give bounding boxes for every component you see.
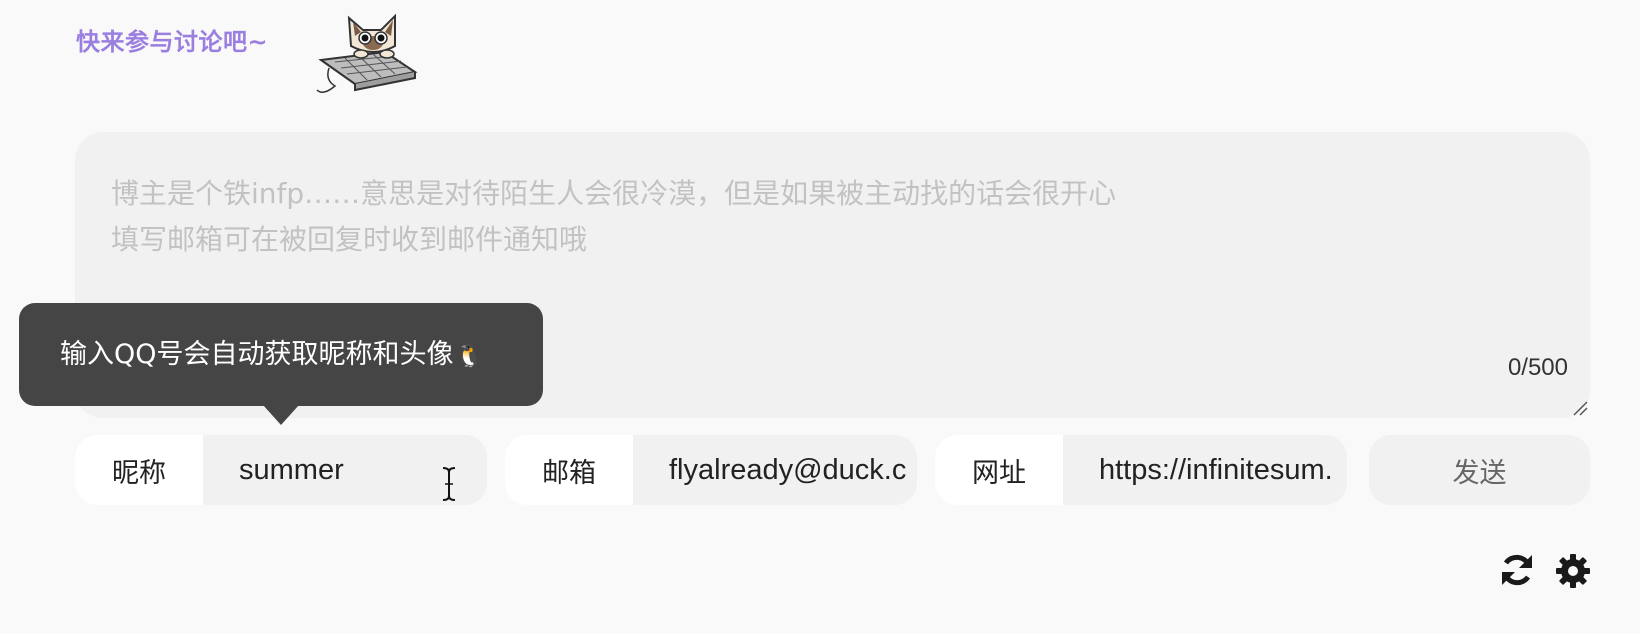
nickname-field[interactable]: 昵称 summer [75, 435, 487, 505]
tooltip-arrow [263, 405, 299, 425]
resize-handle-icon[interactable] [1572, 400, 1588, 416]
comment-placeholder-line1: 博主是个铁infp……意思是对待陌生人会很冷漠，但是如果被主动找的话会很开心 [111, 177, 1117, 210]
email-input[interactable]: flyalready@duck.c [633, 435, 917, 505]
email-field[interactable]: 邮箱 flyalready@duck.c [505, 435, 917, 505]
text-cursor-icon [442, 467, 456, 501]
email-label: 邮箱 [505, 435, 633, 505]
send-button[interactable]: 发送 [1369, 435, 1590, 505]
cat-typing-keyboard-icon [316, 13, 418, 93]
gear-icon[interactable] [1555, 553, 1591, 589]
tooltip-text: 输入QQ号会自动获取昵称和头像 [60, 339, 454, 370]
penguin-icon: 🐧 [455, 344, 483, 369]
qq-tooltip: 输入QQ号会自动获取昵称和头像🐧 [19, 303, 543, 406]
refresh-icon[interactable] [1498, 551, 1536, 589]
comment-placeholder-line2: 填写邮箱可在被回复时收到邮件通知哦 [111, 223, 588, 256]
website-field[interactable]: 网址 https://infinitesum. [935, 435, 1347, 505]
website-label: 网址 [935, 435, 1063, 505]
website-input[interactable]: https://infinitesum. [1063, 435, 1347, 505]
character-counter: 0/500 [1507, 354, 1568, 381]
nickname-label: 昵称 [75, 435, 203, 505]
page-title: 快来参与讨论吧~ [76, 28, 269, 56]
